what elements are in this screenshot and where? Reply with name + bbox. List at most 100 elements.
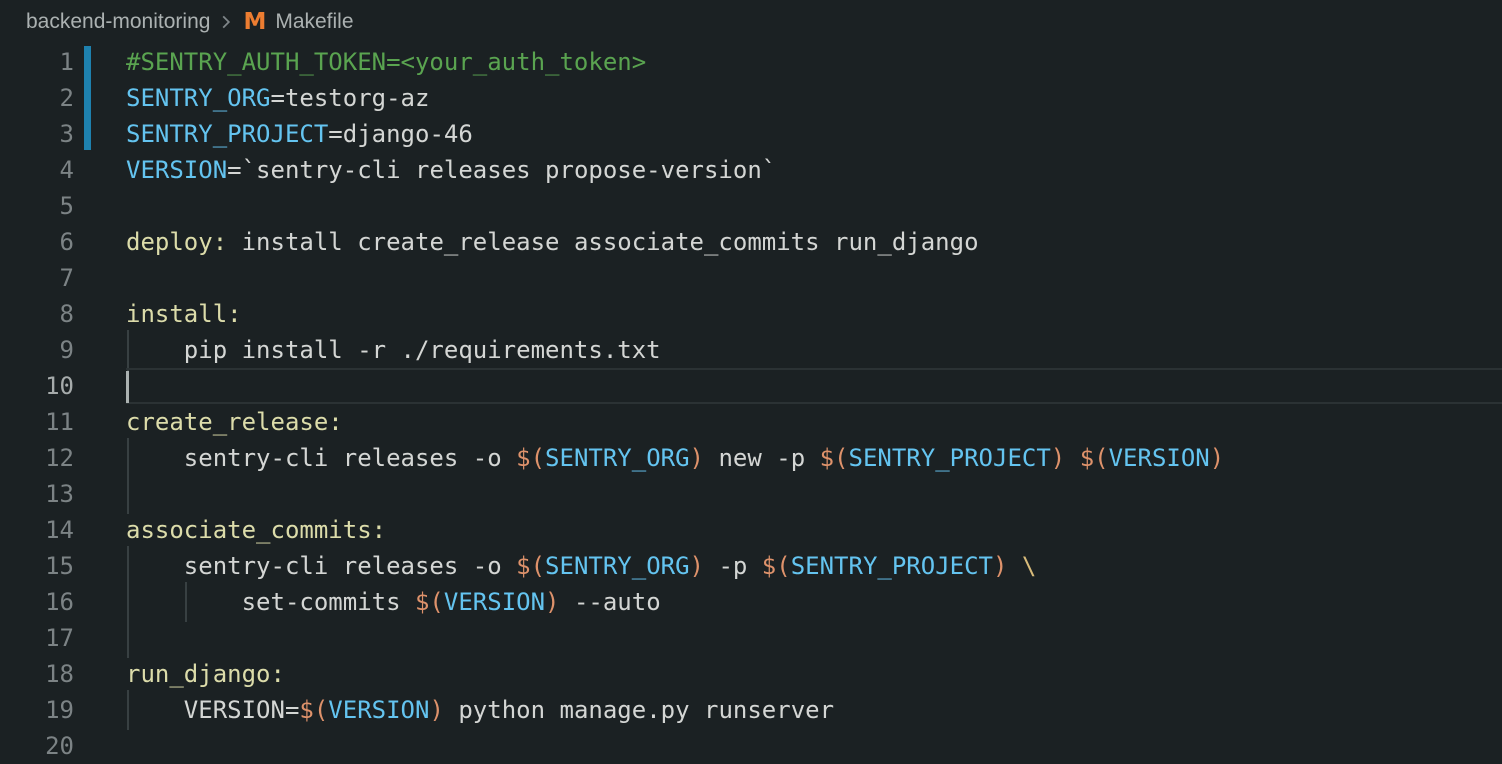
code-line[interactable]: 11 create_release:: [0, 404, 1502, 440]
code-line[interactable]: 9 pip install -r ./requirements.txt: [0, 332, 1502, 368]
code-token: VERSION: [126, 156, 227, 184]
line-content[interactable]: SENTRY_PROJECT=django-46: [126, 116, 1502, 152]
code-line[interactable]: 10: [0, 368, 1502, 404]
gutter-modified-indicator[interactable]: [84, 46, 91, 150]
code-token: $(: [299, 696, 328, 724]
line-number: 2: [0, 80, 74, 116]
line-content[interactable]: #SENTRY_AUTH_TOKEN=<your_auth_token>: [126, 44, 1502, 80]
code-token: VERSION: [328, 696, 429, 724]
code-token: new -p: [704, 444, 820, 472]
code-line[interactable]: 7: [0, 260, 1502, 296]
line-content[interactable]: set-commits $(VERSION) --auto: [126, 584, 1502, 620]
line-number: 16: [0, 584, 74, 620]
code-token: [1065, 444, 1079, 472]
code-line[interactable]: 6deploy: install create_release associat…: [0, 224, 1502, 260]
code-line[interactable]: 4 VERSION=`sentry-cli releases propose-ve…: [0, 152, 1502, 188]
line-number: 5: [0, 188, 74, 224]
chevron-right-icon: [217, 13, 235, 31]
line-content[interactable]: associate_commits:: [126, 512, 1502, 548]
code-token: sentry-cli releases -o: [184, 552, 516, 580]
code-line[interactable]: 2 SENTRY_ORG=testorg-az: [0, 80, 1502, 116]
line-number: 11: [0, 404, 74, 440]
line-number: 9: [0, 332, 74, 368]
code-token: ): [993, 552, 1007, 580]
code-token: pip install -r ./requirements.txt: [184, 336, 661, 364]
code-token: SENTRY_ORG: [126, 84, 271, 112]
line-content[interactable]: create_release:: [126, 404, 1502, 440]
code-line[interactable]: 14 associate_commits:: [0, 512, 1502, 548]
line-content[interactable]: run_django:: [126, 656, 1502, 692]
indent-whitespace: [126, 336, 184, 364]
line-content[interactable]: VERSION=`sentry-cli releases propose-ver…: [126, 152, 1502, 188]
code-token: deploy:: [126, 228, 227, 256]
indent-guide: [127, 474, 129, 514]
code-line[interactable]: 5: [0, 188, 1502, 224]
code-line[interactable]: 1 #SENTRY_AUTH_TOKEN=<your_auth_token>: [0, 44, 1502, 80]
line-content[interactable]: [126, 620, 1502, 656]
code-token: sentry-cli releases -o: [184, 444, 516, 472]
code-token: $(: [516, 444, 545, 472]
breadcrumb: backend-monitoring M Makefile: [0, 0, 1502, 44]
code-line[interactable]: 8install:: [0, 296, 1502, 332]
line-number: 17: [0, 620, 74, 656]
line-content[interactable]: [126, 188, 1502, 224]
line-content[interactable]: sentry-cli releases -o $(SENTRY_ORG) new…: [126, 440, 1502, 476]
text-cursor: [126, 371, 129, 403]
code-token: ): [690, 552, 704, 580]
code-token: ): [690, 444, 704, 472]
line-content[interactable]: pip install -r ./requirements.txt: [126, 332, 1502, 368]
code-editor[interactable]: 1 #SENTRY_AUTH_TOKEN=<your_auth_token> 2 SE…: [0, 44, 1502, 764]
code-token: SENTRY_ORG: [545, 552, 690, 580]
line-content[interactable]: VERSION=$(VERSION) python manage.py runs…: [126, 692, 1502, 728]
code-token: associate_commits:: [126, 516, 386, 544]
code-line[interactable]: 13: [0, 476, 1502, 512]
code-line[interactable]: 16 set-commits $(VERSION) --auto: [0, 584, 1502, 620]
code-token: =testorg-az: [271, 84, 430, 112]
code-token: SENTRY_PROJECT: [126, 120, 328, 148]
line-number: 14: [0, 512, 74, 548]
code-token: ): [545, 588, 559, 616]
line-number: 20: [0, 728, 74, 764]
code-line[interactable]: 15 sentry-cli releases -o $(SENTRY_ORG) …: [0, 548, 1502, 584]
breadcrumb-folder[interactable]: backend-monitoring: [26, 10, 210, 34]
makefile-icon: M: [243, 9, 266, 35]
line-content[interactable]: [126, 728, 1502, 764]
code-token: ): [1051, 444, 1065, 472]
line-content[interactable]: [126, 368, 1502, 404]
code-line[interactable]: 18run_django:: [0, 656, 1502, 692]
code-line[interactable]: 17: [0, 620, 1502, 656]
code-token: SENTRY_ORG: [545, 444, 690, 472]
code-line[interactable]: 20: [0, 728, 1502, 764]
line-number: 3: [0, 116, 74, 152]
indent-whitespace: [126, 444, 184, 472]
code-line[interactable]: 19 VERSION=$(VERSION) python manage.py r…: [0, 692, 1502, 728]
line-number: 7: [0, 260, 74, 296]
breadcrumb-file[interactable]: Makefile: [275, 10, 353, 34]
line-content[interactable]: sentry-cli releases -o $(SENTRY_ORG) -p …: [126, 548, 1502, 584]
line-content[interactable]: install:: [126, 296, 1502, 332]
code-token: VERSION=: [184, 696, 300, 724]
line-content[interactable]: [126, 476, 1502, 512]
code-token: -p: [704, 552, 762, 580]
line-content[interactable]: [126, 260, 1502, 296]
line-number: 19: [0, 692, 74, 728]
line-number: 1: [0, 44, 74, 80]
line-content[interactable]: SENTRY_ORG=testorg-az: [126, 80, 1502, 116]
code-token: $(: [1080, 444, 1109, 472]
line-number: 4: [0, 152, 74, 188]
code-token: ): [1210, 444, 1224, 472]
indent-whitespace: [126, 696, 184, 724]
indent-guide: [127, 618, 129, 658]
code-token: SENTRY_PROJECT: [849, 444, 1051, 472]
code-line[interactable]: 3 SENTRY_PROJECT=django-46: [0, 116, 1502, 152]
code-token: SENTRY_PROJECT: [791, 552, 993, 580]
code-token: $(: [820, 444, 849, 472]
indent-whitespace: [126, 552, 184, 580]
code-line[interactable]: 12 sentry-cli releases -o $(SENTRY_ORG) …: [0, 440, 1502, 476]
code-token: $(: [762, 552, 791, 580]
code-token: $(: [516, 552, 545, 580]
line-content[interactable]: deploy: install create_release associate…: [126, 224, 1502, 260]
line-number: 12: [0, 440, 74, 476]
code-token: VERSION: [1109, 444, 1210, 472]
line-number: 13: [0, 476, 74, 512]
